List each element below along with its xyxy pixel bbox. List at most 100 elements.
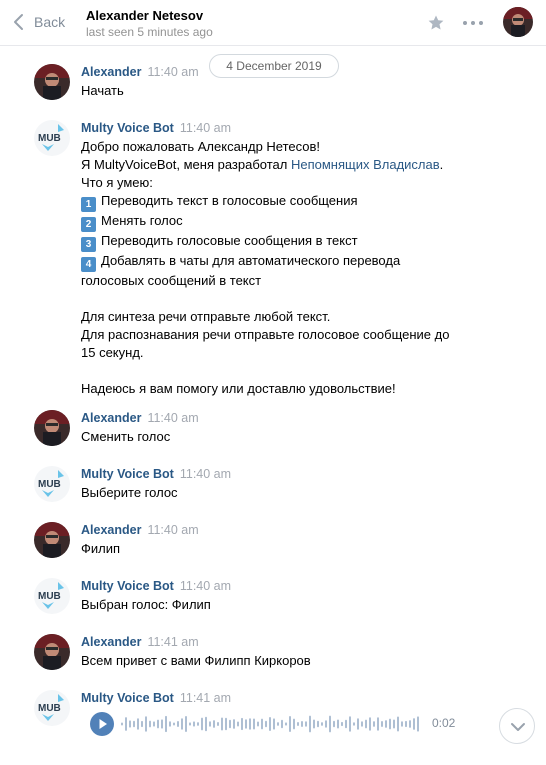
waveform-bar	[317, 720, 319, 728]
message-author[interactable]: Multy Voice Bot	[81, 579, 174, 593]
avatar[interactable]	[34, 410, 70, 446]
waveform-bar	[269, 716, 271, 732]
chat-header: Back Alexander Netesov last seen 5 minut…	[0, 0, 546, 46]
message-time: 11:40 am	[179, 467, 232, 481]
feature-item: Добавлять в чаты для автоматического пер…	[81, 253, 401, 288]
message-time: 11:40 am	[179, 579, 232, 593]
waveform-bar	[413, 718, 415, 730]
svg-text:MUB: MUB	[38, 479, 61, 490]
svg-text:MUB: MUB	[38, 703, 61, 714]
back-label: Back	[34, 14, 66, 30]
waveform-bar	[201, 717, 203, 731]
peer-name: Alexander Netesov	[86, 8, 204, 23]
feature-item: Переводить текст в голосовые сообщения	[101, 193, 358, 208]
greeting-text: Добро пожаловать Александр Нетесов!	[81, 139, 321, 154]
number-1-badge: 1	[81, 197, 96, 212]
message-text: Выбран голос: Филип	[81, 597, 211, 612]
number-4-badge: 4	[81, 257, 96, 272]
bot-avatar[interactable]: MUB	[34, 120, 70, 156]
avatar[interactable]	[34, 522, 70, 558]
waveform-bar	[149, 720, 151, 728]
waveform-bar	[293, 718, 295, 730]
waveform-bar	[169, 721, 171, 727]
waveform-bar	[305, 721, 307, 727]
waveform-bar	[381, 720, 383, 728]
message-author[interactable]: Multy Voice Bot	[81, 691, 174, 705]
message-author[interactable]: Alexander	[81, 635, 141, 649]
developer-suffix: .	[439, 157, 444, 172]
peer-avatar[interactable]	[503, 7, 533, 37]
waveform-bar	[281, 719, 283, 729]
waveform-bar	[389, 718, 391, 730]
waveform-bar	[125, 717, 127, 731]
message-text: Всем привет с вами Филипп Киркоров	[81, 653, 311, 668]
waveform-bar	[409, 720, 411, 728]
waveform-bar	[225, 717, 227, 731]
waveform-bar	[145, 716, 147, 732]
peer-info[interactable]: Alexander Netesov last seen 5 minutes ag…	[86, 8, 213, 40]
scroll-down-button[interactable]	[499, 708, 535, 744]
star-icon[interactable]	[427, 14, 445, 32]
message-author[interactable]: Multy Voice Bot	[81, 467, 174, 481]
message-author[interactable]: Multy Voice Bot	[81, 121, 174, 135]
waveform-bar	[329, 715, 331, 733]
waveform-bar	[165, 715, 167, 733]
waveform-bar	[353, 722, 355, 726]
message-time: 11:40 am	[147, 523, 199, 537]
message-author[interactable]: Alexander	[81, 523, 141, 537]
waveform-bar	[153, 721, 155, 727]
message-author[interactable]: Alexander	[81, 65, 141, 79]
instructions-text: Для синтеза речи отправьте любой текст. …	[81, 309, 450, 396]
bot-avatar[interactable]: MUB	[34, 466, 70, 502]
developer-text: Я MultyVoiceBot, меня разработал	[81, 157, 291, 172]
developer-link[interactable]: Непомнящих Владислав	[291, 157, 440, 172]
voice-message: 0:02	[81, 712, 501, 736]
waveform-bar	[209, 721, 211, 727]
waveform-bar	[157, 719, 159, 729]
avatar[interactable]	[34, 634, 70, 670]
message-text: Добро пожаловать Александр Нетесов! Я Mu…	[81, 138, 511, 398]
waveform-bar	[393, 719, 395, 729]
message-text: Филип	[81, 541, 121, 556]
waveform-bar	[273, 718, 275, 730]
waveform-bar	[365, 719, 367, 729]
waveform-bar	[261, 718, 263, 730]
waveform-bar	[417, 716, 419, 732]
waveform-bar	[401, 721, 403, 727]
waveform-bar	[189, 722, 191, 726]
waveform-bar	[349, 716, 351, 732]
more-dots-icon[interactable]	[461, 15, 485, 31]
waveform-bar	[253, 718, 255, 730]
waveform-bar	[177, 720, 179, 728]
waveform-bar	[217, 721, 219, 727]
bot-avatar[interactable]: MUB	[34, 690, 70, 726]
waveform-bar	[357, 718, 359, 730]
message-text: Выберите голос	[81, 485, 178, 500]
waveform-bar	[161, 719, 163, 729]
waveform-bar	[173, 722, 175, 726]
waveform-bar	[245, 719, 247, 729]
message-time: 11:41 am	[179, 691, 232, 705]
waveform-bar	[141, 720, 143, 728]
waveform-bar	[285, 722, 287, 726]
waveform-bar	[369, 717, 371, 731]
waveform-bar	[265, 720, 267, 728]
message-text: Сменить голос	[81, 429, 171, 444]
feature-item: Менять голос	[101, 213, 183, 228]
waveform-bar	[333, 720, 335, 728]
waveform-bar	[241, 717, 243, 731]
bot-avatar[interactable]: MUB	[34, 578, 70, 614]
waveform-bar	[385, 720, 387, 728]
back-button[interactable]: Back	[12, 11, 65, 33]
waveform-bar	[377, 717, 379, 731]
waveform[interactable]	[121, 712, 421, 736]
waveform-bar	[181, 718, 183, 730]
svg-text:MUB: MUB	[38, 591, 61, 602]
features-label: Что я умею:	[81, 175, 153, 190]
waveform-bar	[197, 722, 199, 726]
avatar[interactable]	[34, 64, 70, 100]
play-button[interactable]	[90, 712, 114, 736]
voice-duration: 0:02	[432, 716, 456, 730]
waveform-bar	[257, 721, 259, 727]
message-author[interactable]: Alexander	[81, 411, 141, 425]
